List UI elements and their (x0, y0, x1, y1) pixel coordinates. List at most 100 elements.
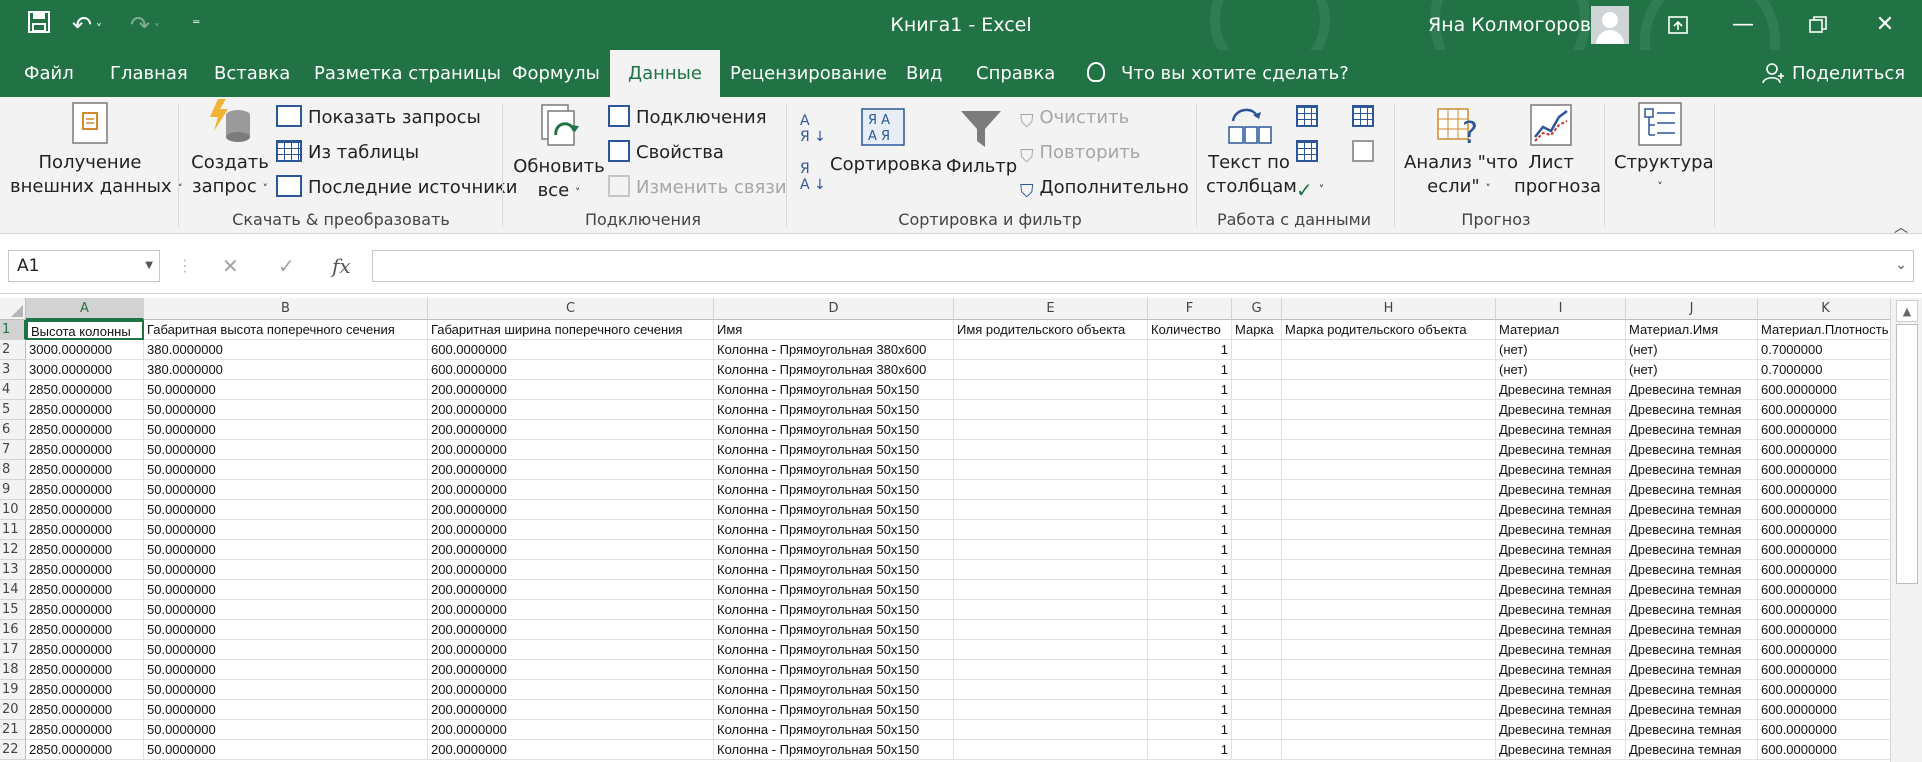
cell[interactable]: 200.0000000 (428, 480, 714, 500)
cell[interactable]: 200.0000000 (428, 460, 714, 480)
cell[interactable]: Колонна - Прямоугольная 50x150 (714, 640, 954, 660)
cell[interactable]: Колонна - Прямоугольная 50x150 (714, 460, 954, 480)
tab-formulas[interactable]: Формулы (494, 50, 618, 97)
cell[interactable]: Древесина темная (1496, 540, 1626, 560)
cell[interactable] (1282, 340, 1496, 360)
row-header[interactable]: 10 (0, 500, 26, 520)
cell[interactable]: Древесина темная (1496, 420, 1626, 440)
cell[interactable]: Древесина темная (1496, 380, 1626, 400)
cell[interactable]: 200.0000000 (428, 580, 714, 600)
cell[interactable]: Древесина темная (1496, 740, 1626, 760)
cell[interactable]: Древесина темная (1626, 620, 1758, 640)
formula-input[interactable]: ⌄ (372, 250, 1914, 282)
cell[interactable] (954, 540, 1148, 560)
row-header[interactable]: 5 (0, 400, 26, 420)
cell[interactable]: 1 (1148, 480, 1232, 500)
cell[interactable]: 1 (1148, 380, 1232, 400)
cell[interactable]: 2850.0000000 (26, 480, 144, 500)
cell[interactable]: Древесина темная (1496, 600, 1626, 620)
column-header-b[interactable]: B (144, 298, 428, 320)
scroll-thumb[interactable] (1896, 324, 1918, 584)
cell[interactable]: 600.0000000 (1758, 460, 1894, 480)
cell[interactable]: 600.0000000 (1758, 520, 1894, 540)
row-header[interactable]: 11 (0, 520, 26, 540)
cell[interactable]: 200.0000000 (428, 680, 714, 700)
tab-help[interactable]: Справка (958, 50, 1073, 97)
cell[interactable]: Древесина темная (1626, 420, 1758, 440)
column-header-f[interactable]: F (1148, 298, 1232, 320)
cell[interactable]: 600.0000000 (1758, 740, 1894, 760)
cell[interactable]: Древесина темная (1496, 480, 1626, 500)
user-name[interactable]: Яна Колмогорова (1428, 12, 1603, 38)
cell[interactable]: 1 (1148, 620, 1232, 640)
row-header[interactable]: 14 (0, 580, 26, 600)
relationships-button[interactable] (1352, 140, 1380, 166)
cell[interactable]: 200.0000000 (428, 540, 714, 560)
cell[interactable]: Колонна - Прямоугольная 50x150 (714, 560, 954, 580)
sort-button[interactable]: Я АА Я Сортировка (830, 107, 942, 177)
cell[interactable]: Колонна - Прямоугольная 50x150 (714, 700, 954, 720)
cell[interactable]: Древесина темная (1496, 620, 1626, 640)
cell[interactable] (1282, 620, 1496, 640)
column-header-a[interactable]: A (26, 298, 144, 320)
cell[interactable]: 2850.0000000 (26, 560, 144, 580)
cell[interactable]: Древесина темная (1626, 660, 1758, 680)
cell[interactable]: Древесина темная (1496, 640, 1626, 660)
cell[interactable]: 200.0000000 (428, 440, 714, 460)
cell[interactable]: 600.0000000 (1758, 560, 1894, 580)
show-queries-button[interactable]: Показать запросы (276, 105, 481, 131)
cell[interactable]: Габаритная ширина поперечного сечения (428, 320, 714, 340)
cell[interactable]: 50.0000000 (144, 740, 428, 760)
cell[interactable]: 2850.0000000 (26, 740, 144, 760)
cell[interactable]: 50.0000000 (144, 520, 428, 540)
cell[interactable]: Количество (1148, 320, 1232, 340)
cell[interactable]: 50.0000000 (144, 580, 428, 600)
cell[interactable]: 50.0000000 (144, 380, 428, 400)
cell[interactable]: 1 (1148, 440, 1232, 460)
cell[interactable]: 0.7000000 (1758, 360, 1894, 380)
tab-data[interactable]: Данные (610, 50, 720, 97)
cell[interactable]: 2850.0000000 (26, 680, 144, 700)
cell[interactable] (1232, 700, 1282, 720)
cell[interactable]: 1 (1148, 360, 1232, 380)
cell[interactable]: Колонна - Прямоугольная 50x150 (714, 720, 954, 740)
cell[interactable]: 200.0000000 (428, 520, 714, 540)
cell[interactable] (954, 700, 1148, 720)
cell[interactable]: 2850.0000000 (26, 380, 144, 400)
filter-button[interactable]: Фильтр (946, 107, 1017, 179)
cell[interactable]: Колонна - Прямоугольная 50x150 (714, 740, 954, 760)
cell[interactable]: Колонна - Прямоугольная 50x150 (714, 480, 954, 500)
cell[interactable]: 2850.0000000 (26, 440, 144, 460)
cell[interactable]: 3000.0000000 (26, 360, 144, 380)
cell[interactable]: Древесина темная (1496, 700, 1626, 720)
name-box[interactable]: A1 ▼ (8, 250, 160, 282)
cell[interactable]: 600.0000000 (1758, 640, 1894, 660)
cell[interactable] (1232, 420, 1282, 440)
cell[interactable]: 1 (1148, 460, 1232, 480)
row-header[interactable]: 20 (0, 700, 26, 720)
cell[interactable]: 2850.0000000 (26, 460, 144, 480)
cell[interactable]: 1 (1148, 700, 1232, 720)
row-header[interactable]: 6 (0, 420, 26, 440)
cell[interactable] (954, 720, 1148, 740)
cell[interactable] (954, 440, 1148, 460)
cell[interactable]: 2850.0000000 (26, 520, 144, 540)
cell[interactable]: 200.0000000 (428, 560, 714, 580)
cell[interactable]: Древесина темная (1626, 460, 1758, 480)
cell[interactable]: 50.0000000 (144, 640, 428, 660)
row-header[interactable]: 22 (0, 740, 26, 760)
row-header[interactable]: 12 (0, 540, 26, 560)
row-header[interactable]: 19 (0, 680, 26, 700)
tab-review[interactable]: Рецензирование (712, 50, 905, 97)
tell-me-search[interactable]: Что вы хотите сделать? (1087, 50, 1349, 97)
cell[interactable]: 200.0000000 (428, 400, 714, 420)
column-header-c[interactable]: C (428, 298, 714, 320)
cell[interactable] (1282, 440, 1496, 460)
cancel-icon[interactable]: ✕ (222, 250, 239, 282)
cell[interactable]: 2850.0000000 (26, 580, 144, 600)
cell[interactable]: 1 (1148, 680, 1232, 700)
cell[interactable]: 200.0000000 (428, 380, 714, 400)
scroll-up-icon[interactable]: ▲ (1896, 300, 1918, 322)
cell[interactable]: 2850.0000000 (26, 500, 144, 520)
sort-ascending-button[interactable]: АЯ ↓ (800, 113, 826, 145)
